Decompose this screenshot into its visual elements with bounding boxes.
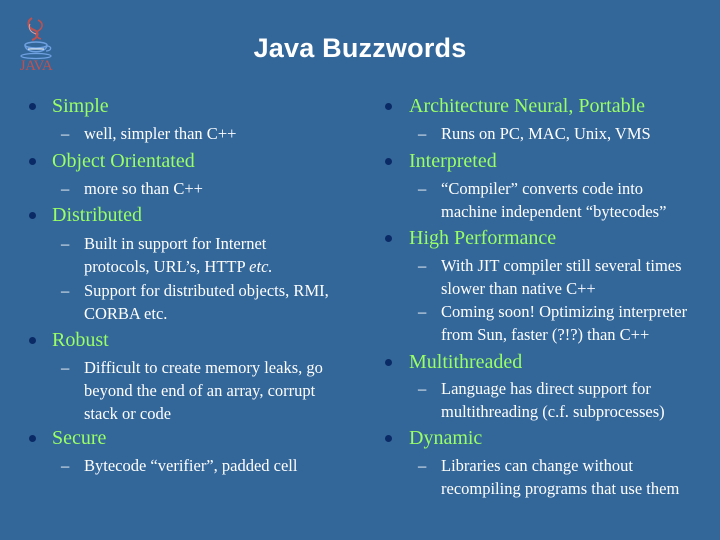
heading-multithreaded: Multithreaded [409, 351, 523, 373]
subitem: With JIT compiler still several times slo… [441, 254, 716, 300]
heading-architecture-neutral: Architecture Neural, Portable [409, 95, 646, 117]
heading-object-orientated: Object Orientated [52, 150, 195, 172]
subitem-text: With JIT compiler still several times slo… [441, 256, 682, 298]
bullet-icon [29, 212, 36, 219]
subitem: well, simpler than C++ [84, 124, 237, 143]
bullet-icon [385, 359, 392, 366]
heading-distributed: Distributed [52, 204, 142, 226]
heading-high-performance: High Performance [409, 227, 557, 249]
bullet-icon [29, 337, 36, 344]
dash-icon: – [61, 234, 70, 253]
subitem-text: Difficult to create memory leaks, go beyo… [84, 358, 323, 423]
subitem-text: “Compiler” converts code into machine ind… [441, 179, 667, 221]
dash-icon: – [61, 179, 70, 198]
dash-icon: – [418, 379, 427, 398]
subitem-text: Built in support for Internet protocols, … [84, 234, 273, 276]
heading-secure: Secure [52, 427, 107, 449]
slide-title: Java Buzzwords [253, 33, 467, 63]
subitem: Built in support for Internet protocols, … [84, 232, 354, 278]
dash-icon: – [61, 358, 70, 377]
subitem: Difficult to create memory leaks, go beyo… [84, 356, 359, 425]
bullet-icon [29, 103, 36, 110]
dash-icon: – [61, 281, 70, 300]
bullet-icon [385, 235, 392, 242]
subitem: Runs on PC, MAC, Unix, VMS [441, 124, 651, 143]
subitem: Bytecode “verifier”, padded cell [84, 456, 298, 475]
subitem: more so than C++ [84, 179, 203, 198]
dash-icon: – [418, 179, 427, 198]
subitem: Support for distributed objects, RMI, COR… [84, 279, 359, 325]
dash-icon: – [418, 456, 427, 475]
dash-icon: – [418, 124, 427, 143]
bullet-icon [385, 103, 392, 110]
bullet-icon [29, 158, 36, 165]
bullet-icon [385, 435, 392, 442]
subitem-text: Libraries can change without recompiling … [441, 456, 680, 498]
dash-icon: – [61, 456, 70, 475]
dash-icon: – [418, 302, 427, 321]
subitem: “Compiler” converts code into machine ind… [441, 177, 716, 223]
subitem: Language has direct support for multithre… [441, 377, 716, 423]
subitem-text: Language has direct support for multithre… [441, 379, 665, 421]
subitem: Coming soon! Optimizing interpreter from … [441, 300, 716, 346]
heading-robust: Robust [52, 329, 109, 351]
dash-icon: – [61, 124, 70, 143]
subitem-text: Support for distributed objects, RMI, COR… [84, 281, 329, 323]
dash-icon: – [418, 256, 427, 275]
subitem-text: Coming soon! Optimizing interpreter from … [441, 302, 688, 344]
bullet-icon [29, 435, 36, 442]
subitem: Libraries can change without recompiling … [441, 454, 716, 500]
heading-dynamic: Dynamic [409, 427, 483, 449]
heading-simple: Simple [52, 95, 109, 117]
heading-interpreted: Interpreted [409, 150, 497, 172]
bullet-icon [385, 158, 392, 165]
